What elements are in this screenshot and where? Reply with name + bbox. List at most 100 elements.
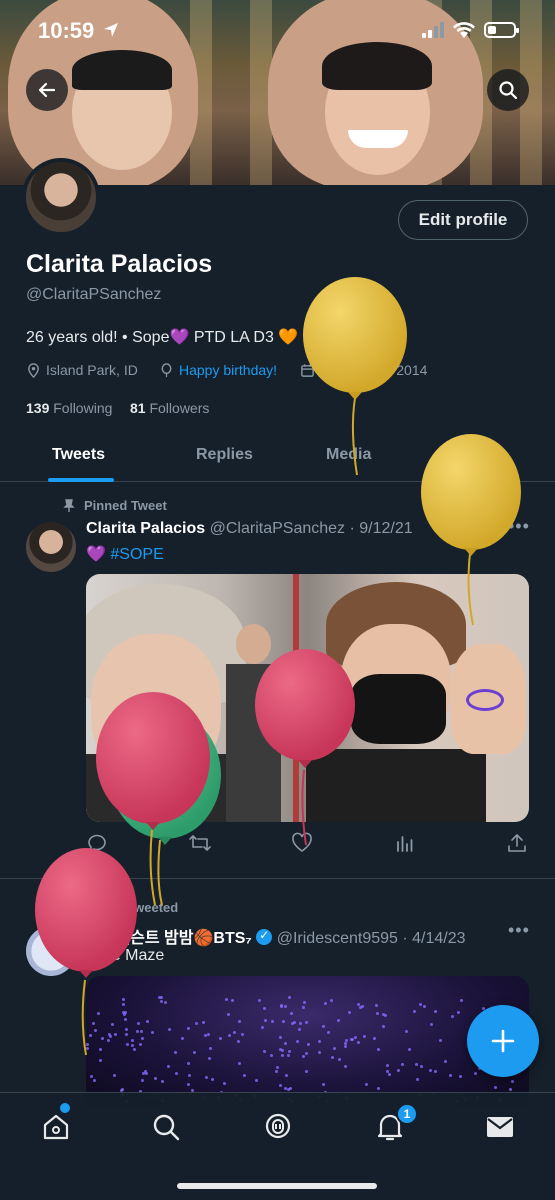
tweet-more-button[interactable]: ••• — [508, 516, 530, 537]
crowd-light — [237, 1040, 240, 1043]
tweet-divider — [0, 878, 555, 879]
crowd-light — [386, 1064, 389, 1067]
tweet-handle-date: @ClaritaPSanchez · 9/12/21 — [209, 520, 413, 537]
crowd-light — [211, 1078, 214, 1081]
profile-bio: 26 years old! • Sope💜 PTD LA D3 🧡 — [26, 329, 299, 346]
crowd-light — [168, 1028, 171, 1031]
joined-text: Joined April 2014 — [320, 362, 428, 378]
tweet-photo[interactable] — [86, 574, 529, 822]
reply-icon[interactable] — [86, 832, 108, 854]
tab-replies[interactable]: Replies — [196, 446, 253, 464]
tab-tweets[interactable]: Tweets — [52, 446, 105, 464]
location-pin-icon — [28, 362, 39, 378]
crowd-light — [126, 1043, 129, 1046]
following-link[interactable]: 139 Following — [26, 400, 112, 416]
tweet-emoji: 💜 — [86, 546, 106, 563]
retweet-author[interactable]: 이리데슨트 밤밤🏀BTS₇ — [86, 930, 252, 947]
crowd-light — [144, 1070, 147, 1073]
nav-explore[interactable] — [150, 1111, 182, 1143]
crowd-light — [302, 1006, 305, 1009]
crowd-light — [279, 1048, 282, 1051]
crowd-light — [111, 1023, 114, 1026]
crowd-light — [108, 1033, 111, 1036]
crowd-light — [174, 1051, 177, 1054]
crowd-light — [125, 1028, 128, 1031]
crowd-light — [187, 1083, 190, 1086]
crowd-light — [167, 1065, 170, 1068]
crowd-light — [227, 1013, 230, 1016]
crowd-light — [86, 1043, 89, 1046]
crowd-light — [122, 1003, 125, 1006]
balloon-icon — [161, 362, 172, 377]
crowd-light — [281, 1054, 284, 1057]
crowd-light — [377, 1048, 380, 1051]
crowd-light — [430, 1023, 433, 1026]
crowd-light — [322, 1025, 325, 1028]
crowd-light — [397, 1069, 400, 1072]
nav-home[interactable] — [40, 1111, 72, 1143]
share-icon[interactable] — [506, 832, 528, 854]
birthday-text[interactable]: Happy birthday! — [179, 362, 277, 378]
heart-icon[interactable] — [291, 832, 313, 854]
crowd-light — [413, 1010, 416, 1013]
crowd-light — [303, 1001, 306, 1004]
followers-label: Followers — [149, 400, 210, 416]
retweeted-label: You Retweeted — [62, 900, 178, 915]
nav-spaces[interactable] — [262, 1111, 294, 1143]
retweet-photo[interactable] — [86, 976, 529, 1106]
hashtag-link[interactable]: #SOPE — [110, 546, 163, 563]
crowd-light — [401, 1063, 404, 1066]
home-indicator — [177, 1183, 377, 1189]
crowd-light — [140, 1030, 143, 1033]
crowd-light — [348, 1011, 351, 1014]
retweet-avatar[interactable] — [26, 926, 76, 976]
battery-icon — [484, 22, 519, 38]
analytics-icon[interactable] — [394, 832, 416, 854]
crowd-light — [434, 1010, 437, 1013]
status-time: 10:59 — [38, 18, 95, 43]
tweet-avatar[interactable] — [26, 522, 76, 572]
compose-tweet-button[interactable] — [467, 1005, 539, 1077]
crowd-light — [99, 1048, 102, 1051]
tab-media[interactable]: Media — [326, 446, 371, 464]
crowd-light — [429, 1069, 432, 1072]
profile-birthday[interactable]: Happy birthday! — [159, 362, 277, 378]
mail-icon — [487, 1117, 513, 1137]
crowd-light — [288, 1050, 291, 1053]
nav-messages[interactable] — [484, 1111, 516, 1143]
profile-handle: @ClaritaPSanchez — [26, 286, 162, 303]
retweet-icon[interactable] — [188, 832, 212, 854]
crowd-light — [92, 1022, 95, 1025]
search-button[interactable] — [487, 69, 529, 111]
crowd-light — [331, 1056, 334, 1059]
profile-tabs: Tweets Replies Media Likes — [0, 430, 555, 482]
edit-profile-button[interactable]: Edit profile — [398, 200, 528, 240]
followers-link[interactable]: 81 Followers — [130, 400, 209, 416]
profile-avatar[interactable] — [22, 158, 100, 236]
crowd-light — [99, 1059, 102, 1062]
crowd-light — [350, 1038, 353, 1041]
crowd-light — [318, 1040, 321, 1043]
crowd-light — [439, 1039, 442, 1042]
crowd-light — [160, 1000, 163, 1003]
crowd-light — [205, 1076, 208, 1079]
crowd-light — [101, 1037, 104, 1040]
tab-likes[interactable]: Likes — [462, 446, 503, 464]
crowd-light — [276, 1066, 279, 1069]
crowd-light — [423, 1005, 426, 1008]
crowd-light — [434, 1070, 437, 1073]
crowd-light — [354, 1036, 357, 1039]
pinned-label: Pinned Tweet — [62, 498, 167, 513]
crowd-light — [415, 1063, 418, 1066]
back-button[interactable] — [26, 69, 68, 111]
crowd-light — [289, 1087, 292, 1090]
tweet-author[interactable]: Clarita Palacios — [86, 520, 205, 537]
active-tab-indicator — [48, 478, 114, 482]
crowd-light — [284, 1042, 287, 1045]
tweet-text: 💜 #SOPE — [86, 544, 164, 564]
crowd-light — [318, 1051, 321, 1054]
retweet-more-button[interactable]: ••• — [508, 920, 530, 941]
crowd-light — [175, 1072, 178, 1075]
crowd-light — [373, 1037, 376, 1040]
crowd-light — [285, 1074, 288, 1077]
